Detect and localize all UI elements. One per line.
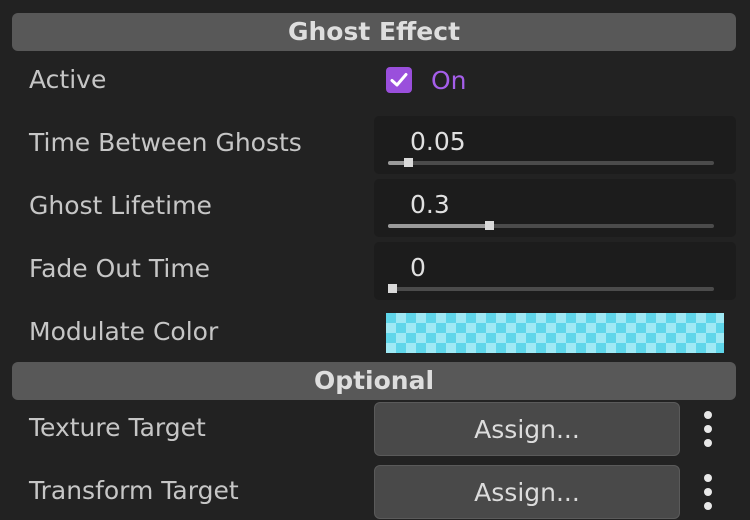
- transform-target-label: Transform Target: [29, 476, 239, 505]
- ghost-lifetime-slider[interactable]: [388, 221, 714, 230]
- slider-handle[interactable]: [388, 284, 397, 293]
- time-between-ghosts-slider[interactable]: [388, 158, 714, 167]
- active-label: Active: [29, 65, 107, 94]
- time-between-ghosts-label: Time Between Ghosts: [29, 128, 302, 157]
- fade-out-time-label: Fade Out Time: [29, 254, 211, 283]
- fade-out-time-field[interactable]: [374, 242, 736, 300]
- slider-handle[interactable]: [403, 158, 413, 167]
- modulate-color-swatch[interactable]: [386, 313, 724, 353]
- modulate-color-label: Modulate Color: [29, 317, 219, 346]
- section-header-optional[interactable]: Optional: [12, 362, 736, 400]
- fade-out-time-value[interactable]: 0: [410, 253, 426, 282]
- ghost-lifetime-label: Ghost Lifetime: [29, 191, 212, 220]
- ghost-lifetime-value[interactable]: 0.3: [410, 190, 450, 219]
- active-state-text: On: [431, 66, 467, 95]
- texture-target-label: Texture Target: [29, 413, 206, 442]
- time-between-ghosts-value[interactable]: 0.05: [410, 127, 466, 156]
- slider-handle[interactable]: [485, 221, 495, 230]
- property-row-active: Active: [0, 51, 750, 109]
- fade-out-time-slider[interactable]: [388, 284, 714, 293]
- slider-fill: [388, 224, 490, 228]
- inspector-panel: Ghost Effect Active On Time Between Ghos…: [0, 0, 750, 520]
- texture-target-assign-button[interactable]: Assign...: [374, 402, 680, 456]
- kebab-menu-icon[interactable]: [696, 409, 720, 449]
- transform-target-assign-button[interactable]: Assign...: [374, 465, 680, 519]
- section-header-ghost-effect[interactable]: Ghost Effect: [12, 13, 736, 51]
- checkmark-icon: [390, 73, 408, 87]
- kebab-menu-icon[interactable]: [696, 472, 720, 512]
- active-checkbox[interactable]: [386, 67, 412, 93]
